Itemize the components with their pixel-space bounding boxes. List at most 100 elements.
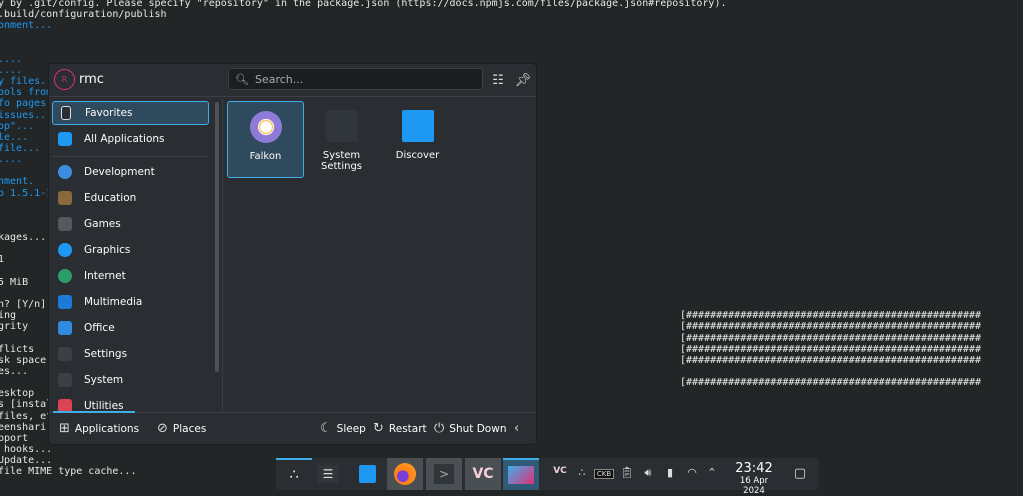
graphics-icon bbox=[58, 243, 72, 257]
tab-places[interactable]: ⊘ Places bbox=[157, 421, 206, 436]
terminal-line: s [instal bbox=[0, 399, 53, 411]
shutdown-button[interactable]: ⏻ Shut Down bbox=[434, 421, 506, 436]
bookmark-icon bbox=[61, 106, 71, 120]
terminal-line: Update... bbox=[0, 455, 53, 467]
kdeconnect-icon[interactable]: ∴ bbox=[574, 466, 590, 479]
launcher-header: R rmc 🔍︎ ☷ 📌︎ bbox=[49, 64, 536, 97]
sidebar-item-system[interactable]: System bbox=[52, 368, 209, 392]
app-system-settings[interactable]: System Settings bbox=[303, 101, 380, 178]
terminal-line: .... bbox=[0, 53, 23, 65]
task-discover[interactable] bbox=[349, 458, 385, 490]
sidebar-item-settings[interactable]: Settings bbox=[52, 342, 209, 366]
terminal-line: ing bbox=[0, 310, 17, 322]
restart-button[interactable]: ↻ Restart bbox=[373, 421, 427, 436]
monitor-icon bbox=[508, 466, 534, 484]
divider bbox=[222, 98, 223, 411]
task-system-settings[interactable]: ☰ bbox=[310, 458, 346, 490]
wifi-icon[interactable]: ◠ bbox=[684, 466, 700, 479]
sleep-button[interactable]: ☾ Sleep bbox=[320, 421, 366, 436]
terminal-line: fo pages. bbox=[0, 98, 53, 110]
sidebar-item-all-applications[interactable]: All Applications bbox=[52, 127, 209, 151]
app-falkon[interactable]: Falkon bbox=[227, 101, 304, 178]
sidebar-item-label: Settings bbox=[84, 348, 128, 360]
terminal-line: flicts bbox=[0, 343, 35, 355]
sidebar-item-graphics[interactable]: Graphics bbox=[52, 238, 209, 262]
username: rmc bbox=[79, 72, 104, 87]
sidebar-item-favorites[interactable]: Favorites bbox=[52, 101, 209, 125]
app-discover[interactable]: Discover bbox=[379, 101, 456, 178]
leave-options-button[interactable]: ‹ bbox=[514, 421, 519, 436]
terminal-line: eenshari bbox=[0, 421, 47, 433]
volume-icon[interactable]: 🔊︎ bbox=[640, 466, 656, 480]
sidebar-item-label: Internet bbox=[84, 270, 126, 282]
terminal-line: kages... bbox=[0, 232, 47, 244]
sidebar-item-label: Graphics bbox=[84, 244, 131, 256]
terminal-line: esktop bbox=[0, 388, 35, 400]
discover-icon bbox=[358, 465, 376, 483]
vc-icon: VC bbox=[472, 466, 494, 482]
digital-clock[interactable]: 23:42 16 Apr 2024 bbox=[729, 462, 779, 496]
sidebar-item-education[interactable]: Education bbox=[52, 186, 209, 210]
terminal-line: file... bbox=[0, 142, 41, 154]
terminal-line: sk space bbox=[0, 354, 47, 366]
terminal-line: op"... bbox=[0, 120, 35, 132]
launcher-footer: ⊞ Applications ⊘ Places ☾ Sleep ↻ Restart ⏻ S… bbox=[49, 411, 536, 445]
show-desktop-icon[interactable]: ▢ bbox=[792, 466, 808, 481]
search-input[interactable] bbox=[254, 72, 475, 86]
sidebar-item-label: Development bbox=[84, 166, 155, 178]
sidebar-item-internet[interactable]: Internet bbox=[52, 264, 209, 288]
terminal-line: [#######################################… bbox=[680, 310, 982, 322]
terminal-icon: > bbox=[434, 464, 454, 484]
terminal-line: y by .git/config. Please specify "reposi… bbox=[0, 0, 727, 9]
sidebar-item-multimedia[interactable]: Multimedia bbox=[52, 290, 209, 314]
pin-button[interactable]: 📌︎ bbox=[514, 71, 532, 89]
scrollbar[interactable] bbox=[215, 102, 219, 372]
vc-tray-icon[interactable]: VC bbox=[552, 466, 568, 476]
clipboard-icon[interactable]: 📋︎ bbox=[619, 466, 635, 479]
task-vc[interactable]: VC bbox=[465, 458, 501, 490]
terminal-line: [#######################################… bbox=[680, 343, 982, 355]
keyboard-layout-indicator[interactable]: CKB bbox=[594, 469, 614, 479]
search-field[interactable]: 🔍︎ bbox=[228, 68, 483, 90]
app-label: Discover bbox=[395, 150, 440, 161]
terminal-line: [#######################################… bbox=[680, 321, 982, 333]
falkon-icon bbox=[249, 111, 282, 143]
sidebar-item-label: System bbox=[84, 374, 124, 386]
task-screen-app[interactable] bbox=[503, 458, 539, 490]
system-settings-icon: ☰ bbox=[318, 465, 338, 483]
clock-time: 23:42 bbox=[735, 461, 773, 476]
terminal-line: hooks... bbox=[0, 444, 53, 455]
sliders-icon: ☷ bbox=[492, 72, 504, 88]
system-settings-icon bbox=[325, 110, 358, 142]
terminal-line: [#######################################… bbox=[680, 354, 982, 366]
tab-label: Applications bbox=[74, 422, 140, 435]
chevron-up-icon[interactable]: ⌃ bbox=[704, 466, 720, 479]
tab-label: Places bbox=[172, 422, 207, 435]
terminal-line: n? [Y/n] bbox=[0, 299, 47, 311]
sidebar-item-label: Education bbox=[84, 192, 137, 204]
app-label: Falkon bbox=[249, 151, 282, 162]
configure-button[interactable]: ☷ bbox=[489, 71, 507, 89]
hammer-icon bbox=[58, 165, 72, 179]
compass-icon: ⊘ bbox=[157, 421, 168, 436]
launcher-button[interactable]: ∴ bbox=[276, 458, 312, 490]
tab-applications[interactable]: ⊞ Applications bbox=[59, 421, 139, 436]
task-firefox[interactable] bbox=[387, 458, 423, 490]
clock-date: 16 Apr 2024 bbox=[739, 476, 769, 496]
avatar[interactable]: R bbox=[54, 69, 75, 90]
terminal-line: 5 MiB bbox=[0, 276, 29, 288]
terminal-line: nment. bbox=[0, 176, 35, 188]
terminal-line: .... bbox=[0, 64, 23, 76]
sidebar-item-label: Games bbox=[84, 218, 121, 230]
chalkboard-icon bbox=[58, 191, 72, 205]
task-terminal[interactable]: > bbox=[426, 458, 462, 490]
divider bbox=[52, 156, 207, 157]
sidebar-item-development[interactable]: Development bbox=[52, 160, 209, 184]
multimedia-icon bbox=[58, 295, 72, 309]
grid-icon: ⊞ bbox=[59, 421, 70, 436]
sidebar-item-label: Office bbox=[84, 322, 115, 334]
sidebar-item-games[interactable]: Games bbox=[52, 212, 209, 236]
sidebar-item-office[interactable]: Office bbox=[52, 316, 209, 340]
sidebar-item-label: Favorites bbox=[85, 107, 133, 119]
usb-device-icon[interactable]: ▮ bbox=[662, 466, 678, 479]
